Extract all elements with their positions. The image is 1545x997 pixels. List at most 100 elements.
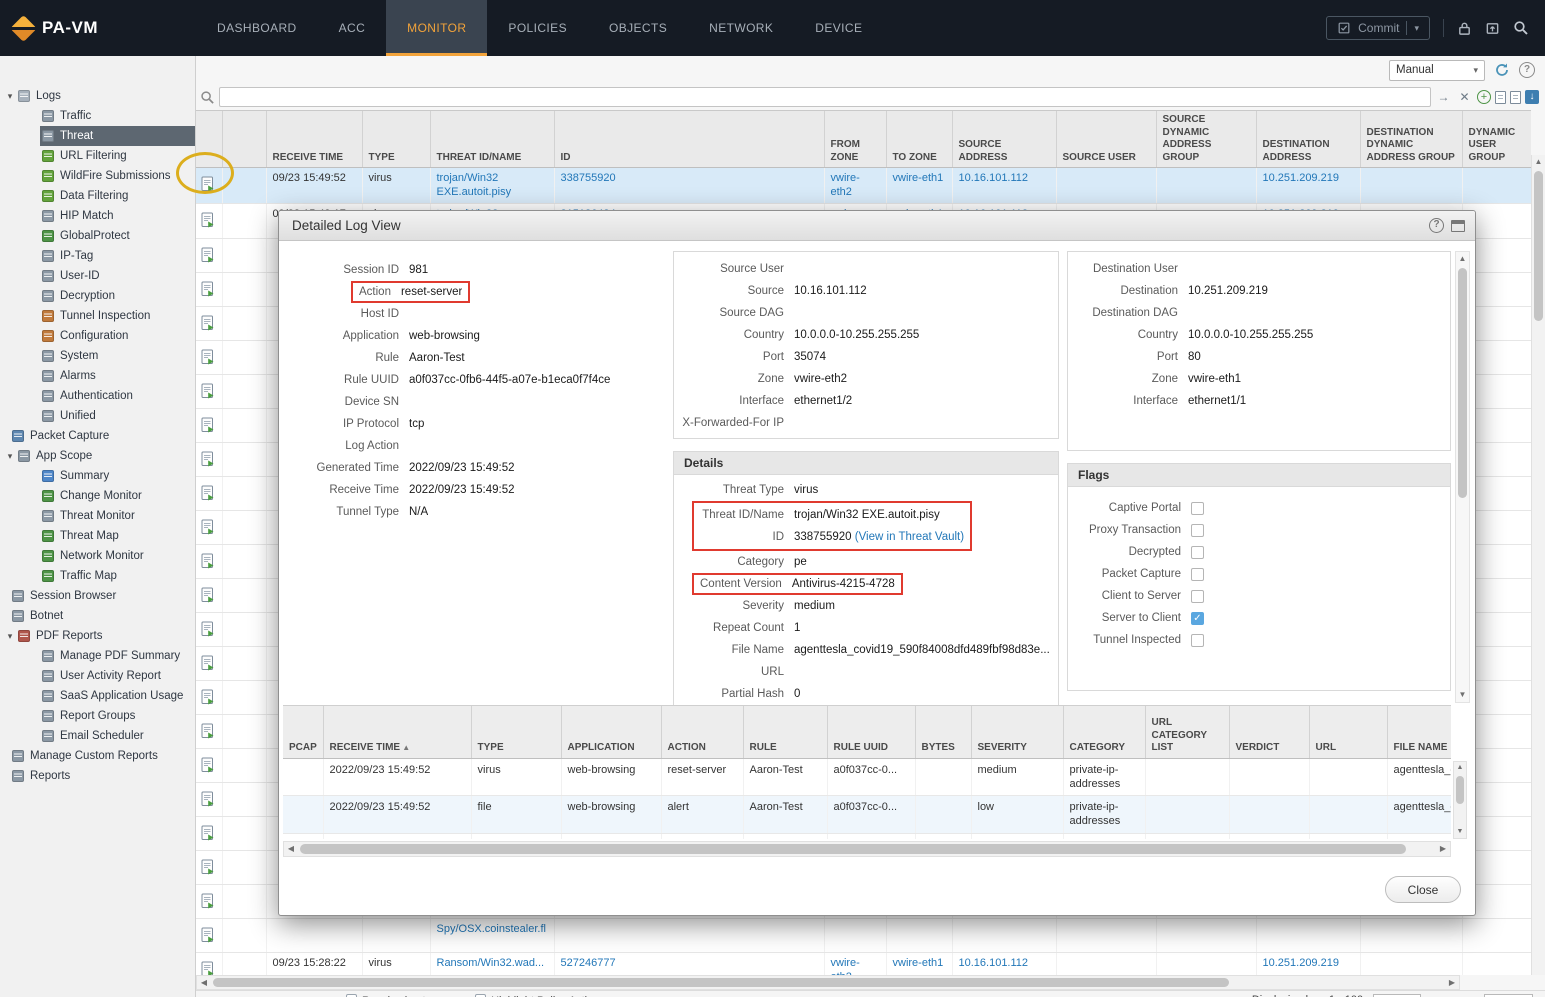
column-header-severity[interactable]: SEVERITY: [971, 706, 1063, 758]
column-header-url-category-list[interactable]: URL CATEGORY LIST: [1145, 706, 1229, 758]
nav-tab-acc[interactable]: ACC: [318, 0, 387, 56]
sidebar-item-saas-application-usage[interactable]: SaaS Application Usage: [0, 686, 195, 706]
help-icon[interactable]: ?: [1519, 62, 1535, 78]
nav-tab-monitor[interactable]: MONITOR: [386, 0, 487, 56]
pcap-icon[interactable]: [201, 662, 215, 674]
sidebar-item-wildfire-submissions[interactable]: WildFire Submissions: [0, 166, 195, 186]
sidebar-item-configuration[interactable]: Configuration: [0, 326, 195, 346]
sidebar-item-ip-tag[interactable]: IP-Tag: [0, 246, 195, 266]
threat-vault-link[interactable]: (View in Threat Vault): [855, 531, 964, 543]
cell-to-zone[interactable]: vwire-eth1: [886, 168, 952, 204]
sidebar-item-report-groups[interactable]: Report Groups: [0, 706, 195, 726]
sidebar-item-alarms[interactable]: Alarms: [0, 366, 195, 386]
pcap-icon[interactable]: [201, 730, 215, 742]
sidebar-item-unified[interactable]: Unified: [0, 406, 195, 426]
sidebar-item-packet-capture[interactable]: Packet Capture: [0, 426, 195, 446]
global-search-icon[interactable]: [1513, 20, 1529, 36]
nav-tab-objects[interactable]: OBJECTS: [588, 0, 688, 56]
related-log-row[interactable]: 2022/09/23 15:49:52virusweb-browsingrese…: [283, 758, 1451, 796]
column-header-type[interactable]: TYPE: [471, 706, 561, 758]
sidebar-item-session-browser[interactable]: Session Browser: [0, 586, 195, 606]
cell-threat[interactable]: trojan/Win32 EXE.autoit.pisy: [430, 168, 554, 204]
scroll-down-button[interactable]: ▼: [1454, 826, 1466, 838]
horizontal-scrollbar[interactable]: ◀ ▶: [196, 975, 1460, 990]
commit-caret-icon[interactable]: ▾: [1414, 23, 1419, 34]
log-row[interactable]: Spy/OSX.coinstealer.fl: [196, 919, 1531, 953]
pcap-icon[interactable]: [201, 866, 215, 878]
column-header-source-dynamic-address-group[interactable]: SOURCE DYNAMIC ADDRESS GROUP: [1156, 111, 1256, 168]
sidebar-item-traffic-map[interactable]: Traffic Map: [0, 566, 195, 586]
sidebar-item-decryption[interactable]: Decryption: [0, 286, 195, 306]
column-header-id[interactable]: ID: [554, 111, 824, 168]
tasks-icon[interactable]: [1485, 21, 1500, 36]
sidebar-item-hip-match[interactable]: HIP Match: [0, 206, 195, 226]
column-header-receive-time[interactable]: RECEIVE TIME: [266, 111, 362, 168]
sidebar-item-system[interactable]: System: [0, 346, 195, 366]
sidebar-item-pdf-reports[interactable]: ▾PDF Reports: [0, 626, 195, 646]
close-button[interactable]: Close: [1385, 876, 1461, 903]
column-header-action[interactable]: ACTION: [661, 706, 743, 758]
scroll-thumb[interactable]: [213, 978, 1229, 987]
sidebar-item-tunnel-inspection[interactable]: Tunnel Inspection: [0, 306, 195, 326]
pcap-icon[interactable]: [201, 183, 215, 195]
load-filter-icon[interactable]: [1495, 91, 1506, 104]
pcap-icon[interactable]: [201, 288, 215, 300]
refresh-icon[interactable]: [1494, 62, 1510, 78]
column-header-rule[interactable]: RULE: [743, 706, 827, 758]
pcap-icon[interactable]: [201, 968, 215, 975]
pcap-icon[interactable]: [201, 219, 215, 231]
column-header-receive-time[interactable]: RECEIVE TIME ▲: [323, 706, 471, 758]
pcap-icon[interactable]: [201, 764, 215, 776]
log-filter-input[interactable]: [219, 87, 1431, 107]
sidebar-item-app-scope[interactable]: ▾App Scope: [0, 446, 195, 466]
scroll-left-button[interactable]: ◀: [284, 842, 298, 855]
scroll-down-button[interactable]: ▼: [1456, 688, 1469, 702]
column-header-source-user[interactable]: SOURCE USER: [1056, 111, 1156, 168]
captive-portal-checkbox[interactable]: [1191, 502, 1204, 515]
pcap-icon[interactable]: [201, 458, 215, 470]
pcap-icon[interactable]: [201, 322, 215, 334]
pcap-icon[interactable]: [201, 934, 215, 946]
server-to-client-checkbox[interactable]: ✓: [1191, 612, 1204, 625]
column-header-source-address[interactable]: SOURCE ADDRESS: [952, 111, 1056, 168]
sidebar-item-network-monitor[interactable]: Network Monitor: [0, 546, 195, 566]
sidebar-item-logs[interactable]: ▾Logs: [0, 86, 195, 106]
scroll-up-button[interactable]: ▲: [1456, 252, 1469, 266]
column-header-application[interactable]: APPLICATION: [561, 706, 661, 758]
column-header-to-zone[interactable]: TO ZONE: [886, 111, 952, 168]
refresh-mode-select[interactable]: Manual ▾: [1389, 60, 1485, 81]
pcap-icon[interactable]: [201, 356, 215, 368]
cell-source-address[interactable]: 10.16.101.112: [952, 953, 1056, 975]
nav-tab-device[interactable]: DEVICE: [794, 0, 883, 56]
pcap-icon[interactable]: [201, 628, 215, 640]
column-header-bytes[interactable]: BYTES: [915, 706, 971, 758]
column-header-url[interactable]: URL: [1309, 706, 1387, 758]
cell-destination-address[interactable]: 10.251.209.219: [1256, 168, 1360, 204]
column-header-dynamic-user-group[interactable]: DYNAMIC USER GROUP: [1462, 111, 1531, 168]
pcap-icon[interactable]: [201, 696, 215, 708]
export-csv-icon[interactable]: ↓: [1525, 90, 1539, 104]
pcap-icon[interactable]: [201, 798, 215, 810]
tunnel-inspected-checkbox[interactable]: [1191, 634, 1204, 647]
pcap-icon[interactable]: [201, 594, 215, 606]
column-header-destination-dynamic-address-group[interactable]: DESTINATION DYNAMIC ADDRESS GROUP: [1360, 111, 1462, 168]
tree-expand-icon[interactable]: ▾: [4, 91, 16, 102]
column-header-category[interactable]: CATEGORY: [1063, 706, 1145, 758]
scroll-right-button[interactable]: ▶: [1436, 842, 1450, 855]
related-table-horizontal-scrollbar[interactable]: ◀ ▶: [283, 841, 1451, 857]
packet-capture-checkbox[interactable]: [1191, 568, 1204, 581]
scroll-thumb[interactable]: [300, 844, 1406, 854]
pcap-icon[interactable]: [201, 526, 215, 538]
column-header-type[interactable]: TYPE: [362, 111, 430, 168]
nav-tab-network[interactable]: NETWORK: [688, 0, 794, 56]
sidebar-item-url-filtering[interactable]: URL Filtering: [0, 146, 195, 166]
vertical-scrollbar[interactable]: ▲: [1531, 155, 1545, 975]
modal-vertical-scrollbar[interactable]: ▲ ▼: [1455, 251, 1470, 703]
sidebar-item-traffic[interactable]: Traffic: [0, 106, 195, 126]
scroll-right-button[interactable]: ▶: [1445, 976, 1459, 989]
cell-threat[interactable]: Spy/OSX.coinstealer.fl: [430, 919, 554, 953]
cell-from-zone[interactable]: vwire-eth2: [824, 168, 886, 204]
nav-tab-policies[interactable]: POLICIES: [487, 0, 588, 56]
sidebar-item-email-scheduler[interactable]: Email Scheduler: [0, 726, 195, 746]
modal-restore-icon[interactable]: [1451, 220, 1465, 232]
